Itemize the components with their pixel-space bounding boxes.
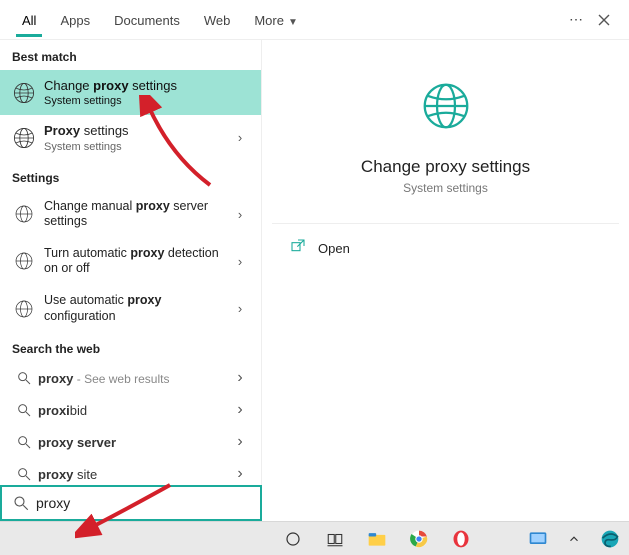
open-label: Open — [318, 241, 350, 256]
tab-documents[interactable]: Documents — [102, 3, 192, 36]
chevron-right-icon[interactable]: › — [229, 401, 251, 419]
taskbar-chrome-icon[interactable] — [404, 524, 434, 554]
more-options-icon[interactable]: ⋯ — [569, 11, 583, 28]
search-icon — [10, 370, 38, 386]
globe-icon — [10, 204, 38, 224]
result-subtitle: System settings — [44, 95, 251, 107]
results-panel: Best match Change proxy settings System … — [0, 40, 262, 519]
detail-panel: Change proxy settings System settings Op… — [262, 40, 629, 519]
result-title: Change manual proxy server settings — [44, 199, 229, 230]
taskbar — [0, 521, 629, 555]
result-best-match-1[interactable]: Proxy settings System settings › — [0, 115, 261, 160]
detail-subtitle: System settings — [403, 181, 488, 195]
open-external-icon — [290, 238, 306, 259]
search-bar[interactable] — [0, 485, 262, 521]
result-web-0[interactable]: proxy - See web results › — [0, 362, 261, 394]
tab-all[interactable]: All — [10, 3, 48, 36]
tab-apps[interactable]: Apps — [48, 3, 102, 36]
chevron-right-icon[interactable]: › — [229, 254, 251, 269]
taskbar-opera-icon[interactable] — [446, 524, 476, 554]
result-settings-0[interactable]: Change manual proxy server settings › — [0, 191, 261, 238]
tab-more[interactable]: More ▼ — [242, 3, 310, 36]
search-icon — [10, 494, 32, 512]
result-web-2[interactable]: proxy server › — [0, 426, 261, 458]
tab-web[interactable]: Web — [192, 3, 243, 36]
chevron-right-icon[interactable]: › — [229, 301, 251, 316]
chevron-right-icon[interactable]: › — [229, 369, 251, 387]
result-subtitle: System settings — [44, 141, 229, 153]
result-title: Change proxy settings — [44, 78, 251, 94]
chevron-down-icon: ▼ — [288, 17, 298, 28]
result-title: Turn automatic proxy detection on or off — [44, 246, 229, 277]
globe-icon — [418, 78, 474, 139]
globe-icon — [10, 81, 38, 105]
taskbar-explorer-icon[interactable] — [362, 524, 392, 554]
search-icon — [10, 434, 38, 450]
search-tabs: All Apps Documents Web More ▼ ⋯ — [0, 0, 629, 40]
taskbar-app-icon[interactable] — [523, 524, 553, 554]
result-web-1[interactable]: proxibid › — [0, 394, 261, 426]
open-action[interactable]: Open — [272, 224, 619, 273]
section-best-match: Best match — [0, 40, 261, 70]
taskbar-tray-up-icon[interactable] — [559, 524, 589, 554]
chevron-right-icon[interactable]: › — [229, 433, 251, 451]
result-title: proxy site — [38, 467, 229, 482]
section-search-web: Search the web — [0, 332, 261, 362]
search-icon — [10, 466, 38, 482]
search-input[interactable] — [32, 495, 252, 511]
globe-icon — [10, 126, 38, 150]
taskbar-edge-icon[interactable] — [595, 524, 625, 554]
chevron-right-icon[interactable]: › — [229, 465, 251, 483]
close-icon[interactable] — [597, 13, 611, 27]
taskbar-cortana-icon[interactable] — [278, 524, 308, 554]
result-title: proxy - See web results — [38, 371, 229, 386]
taskbar-taskview-icon[interactable] — [320, 524, 350, 554]
result-settings-2[interactable]: Use automatic proxy configuration › — [0, 285, 261, 332]
result-title: proxy server — [38, 435, 229, 450]
result-best-match-0[interactable]: Change proxy settings System settings — [0, 70, 261, 115]
tab-more-label: More — [254, 13, 284, 28]
chevron-right-icon[interactable]: › — [229, 207, 251, 222]
result-title: Use automatic proxy configuration — [44, 293, 229, 324]
section-settings: Settings — [0, 161, 261, 191]
result-title: proxibid — [38, 403, 229, 418]
globe-icon — [10, 299, 38, 319]
search-icon — [10, 402, 38, 418]
globe-icon — [10, 251, 38, 271]
chevron-right-icon[interactable]: › — [229, 130, 251, 145]
result-title: Proxy settings — [44, 123, 229, 139]
detail-title: Change proxy settings — [361, 157, 530, 177]
result-settings-1[interactable]: Turn automatic proxy detection on or off… — [0, 238, 261, 285]
